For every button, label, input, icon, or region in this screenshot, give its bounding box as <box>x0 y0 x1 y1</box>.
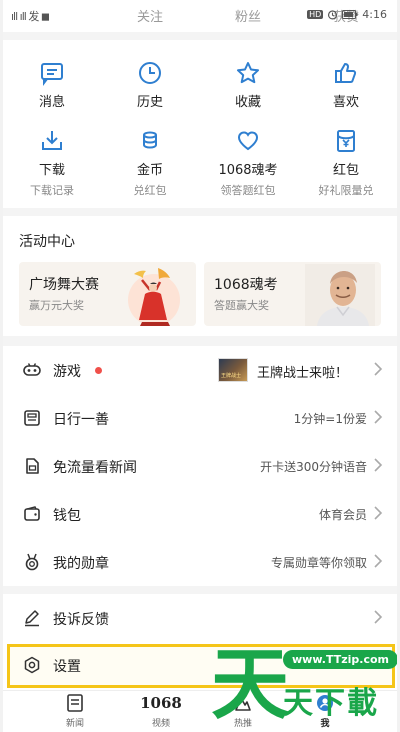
hd-badge: HD <box>307 10 324 19</box>
wallet-icon <box>24 506 40 521</box>
medal-icon <box>25 553 39 571</box>
profile-icon <box>317 695 333 711</box>
list-item-label: 投诉反馈 <box>53 612 109 628</box>
list-item-value: 开卡送300分钟语音 <box>260 460 367 474</box>
list-item-label: 设置 <box>53 659 81 675</box>
game-thumbnail-text: 王牌战士 <box>221 373 242 379</box>
nav-news[interactable]: 新闻 <box>33 693 117 729</box>
tab-fans[interactable]: 粉丝 <box>235 6 261 25</box>
dancer-illustration <box>128 268 180 326</box>
nav-label: 新闻 <box>65 719 84 729</box>
list-item-label: 游戏 <box>53 364 81 380</box>
clock-icon <box>139 62 161 84</box>
list-item-feedback[interactable]: 投诉反馈 <box>3 594 397 642</box>
battery-icon <box>342 10 358 19</box>
chevron-right-icon <box>374 458 383 472</box>
signal-indicator: ıll ıll 发 ◼ <box>11 10 50 23</box>
bottom-nav: 新闻 1068 视频 热推 我 <box>3 690 397 732</box>
status-right: HD 4:16 <box>307 8 387 21</box>
grid-label: 红包 <box>332 163 359 178</box>
activity-center: 活动中心 广场舞大赛 赢万元大奖 1068魂考 答题赢大奖 <box>3 216 397 336</box>
list-item-charity[interactable]: 日行一善 1分钟=1份爱 <box>3 394 397 442</box>
chevron-right-icon <box>374 506 383 520</box>
alarm-icon <box>328 10 338 20</box>
activity-card-title: 1068魂考 <box>214 277 278 293</box>
hot-icon <box>235 697 251 711</box>
chevron-right-icon <box>374 410 383 424</box>
list-item-medals[interactable]: 我的勋章 专属勋章等你领取 <box>3 538 397 586</box>
chevron-right-icon <box>374 362 383 376</box>
grid-sub: 下载记录 <box>30 184 74 197</box>
nav-label: 视频 <box>151 719 170 729</box>
list-item-label: 日行一善 <box>53 412 109 428</box>
clock-time: 4:16 <box>362 8 387 21</box>
chevron-right-icon <box>374 610 383 624</box>
grid-label: 历史 <box>136 95 163 110</box>
activity-title: 活动中心 <box>19 234 75 250</box>
heart-icon <box>237 131 259 151</box>
grid-label: 金币 <box>136 163 163 178</box>
nav-label: 我 <box>320 719 330 729</box>
grid-item-history[interactable]: 历史 <box>101 60 199 110</box>
grid-item-likes[interactable]: 喜欢 <box>297 60 395 110</box>
settings-icon <box>24 656 40 674</box>
activity-card-quiz[interactable]: 1068魂考 答题赢大奖 <box>204 262 381 326</box>
grid-label: 1068魂考 <box>218 163 278 178</box>
list-item-value: 体育会员 <box>318 508 367 522</box>
grid-sub: 好礼限量兑 <box>318 184 374 197</box>
feedback-pen-icon <box>25 610 39 627</box>
grid-item-quiz[interactable]: 1068魂考 领答题红包 <box>199 128 297 198</box>
chevron-right-icon <box>374 554 383 568</box>
charity-icon <box>24 410 40 426</box>
list-item-value: 专属勋章等你领取 <box>270 556 367 570</box>
thumbs-up-icon <box>335 63 357 83</box>
list-item-wallet[interactable]: 钱包 体育会员 <box>3 490 397 538</box>
menu-list: 游戏 王牌战士 王牌战士来啦！ 日行一善 1分钟=1份爱 免流量看新闻 开卡送3… <box>3 346 397 586</box>
grid-item-favorites[interactable]: 收藏 <box>199 60 297 110</box>
grid-item-download[interactable]: 下载 下载记录 <box>3 128 101 198</box>
sim-card-icon <box>26 458 39 474</box>
coins-icon <box>143 131 157 149</box>
activity-card-dance[interactable]: 广场舞大赛 赢万元大奖 <box>19 262 196 326</box>
star-icon <box>237 62 259 84</box>
grid-item-coins[interactable]: 金币 兑红包 <box>101 128 199 198</box>
video-logo-icon: 1068 <box>140 694 182 712</box>
download-icon <box>42 131 62 150</box>
grid-label: 下载 <box>38 163 65 178</box>
status-bar: ıll ıll 发 ◼ 关注 粉丝 获赞 HD 4:16 <box>3 0 397 32</box>
list-item-free-data-news[interactable]: 免流量看新闻 开卡送300分钟语音 <box>3 442 397 490</box>
list-item-label: 钱包 <box>53 508 81 524</box>
activity-card-subtitle: 答题赢大奖 <box>214 299 269 312</box>
activity-card-subtitle: 赢万元大奖 <box>29 299 84 312</box>
profile-screen: ıll ıll 发 ◼ 关注 粉丝 获赞 HD 4:16 消息 历史 收藏 喜欢 <box>3 0 397 732</box>
notification-dot <box>95 367 102 374</box>
settings-row-highlight[interactable]: 设置 <box>7 644 395 688</box>
grid-item-messages[interactable]: 消息 <box>3 60 101 110</box>
nav-label: 热推 <box>233 719 252 729</box>
gamepad-icon <box>23 363 41 376</box>
list-item-label: 免流量看新闻 <box>53 460 137 476</box>
host-portrait <box>305 264 375 326</box>
nav-me[interactable]: 我 <box>283 693 367 729</box>
nav-hot[interactable]: 热推 <box>201 693 285 729</box>
grid-label: 喜欢 <box>332 95 359 110</box>
feature-grid: 消息 历史 收藏 喜欢 下载 下载记录 金币 兑红包 1068魂考 领答题红包 <box>3 40 397 208</box>
grid-sub: 领答题红包 <box>220 184 276 197</box>
nav-video[interactable]: 1068 视频 <box>119 693 203 729</box>
tab-follow[interactable]: 关注 <box>137 6 163 25</box>
list-item-label: 我的勋章 <box>53 556 109 572</box>
list-item-value: 1分钟=1份爱 <box>293 412 367 426</box>
grid-item-red-packet[interactable]: 红包 好礼限量兑 <box>297 128 395 198</box>
grid-label: 收藏 <box>234 95 261 110</box>
grid-sub: 兑红包 <box>133 184 167 197</box>
red-packet-icon <box>337 130 355 152</box>
list-item-value: 王牌战士来啦！ <box>257 366 349 381</box>
list-item-games[interactable]: 游戏 王牌战士 王牌战士来啦！ <box>3 346 397 394</box>
grid-label: 消息 <box>38 95 65 110</box>
news-icon <box>67 694 83 712</box>
activity-card-title: 广场舞大赛 <box>29 277 99 293</box>
message-icon <box>41 63 63 86</box>
game-thumbnail: 王牌战士 <box>218 358 248 382</box>
